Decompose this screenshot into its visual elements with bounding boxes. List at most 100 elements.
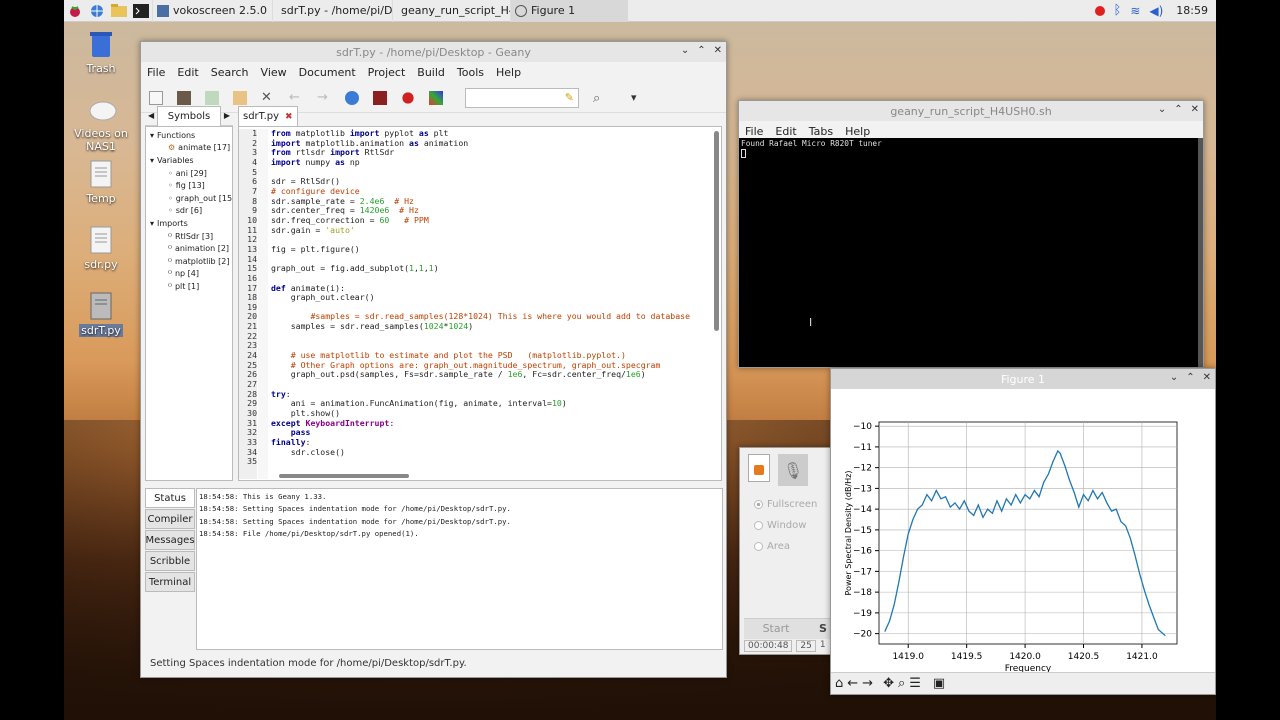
- symbol-item[interactable]: ◦ fig [13]: [150, 179, 228, 192]
- terminal-titlebar[interactable]: geany_run_script_H4USH0.sh ⌄ ⌃ ✕: [739, 101, 1203, 121]
- tab-scroll-left-icon[interactable]: ◀: [145, 111, 157, 120]
- record-indicator-icon[interactable]: [1094, 5, 1105, 16]
- symbol-item[interactable]: ⚙ animate [17]: [150, 142, 230, 155]
- microphone-tab-icon[interactable]: 🎙: [778, 454, 808, 486]
- zoom-icon[interactable]: ⌕: [898, 676, 905, 691]
- tab-terminal[interactable]: Terminal: [145, 572, 195, 592]
- menu-item-edit[interactable]: Edit: [775, 125, 796, 138]
- wifi-icon[interactable]: ≋: [1130, 4, 1140, 18]
- maximize-icon[interactable]: ⌃: [1174, 104, 1182, 115]
- menu-item-file[interactable]: File: [147, 66, 165, 79]
- new-file-icon[interactable]: [149, 90, 163, 105]
- close-icon[interactable]: ✕: [1191, 104, 1199, 115]
- horizontal-scrollbar[interactable]: [279, 474, 409, 478]
- symbol-item[interactable]: ⁽⁾ animation [2]: [150, 242, 229, 255]
- file-manager-launcher[interactable]: [108, 0, 130, 22]
- browser-launcher[interactable]: [86, 0, 108, 22]
- symbol-item[interactable]: ◦ graph_out [15: [150, 192, 232, 205]
- forward-icon[interactable]: →: [862, 676, 873, 691]
- clock[interactable]: 18:59: [1176, 4, 1208, 17]
- task-figure[interactable]: Figure 1: [510, 0, 628, 22]
- symbol-item[interactable]: ▾ Functions: [150, 129, 228, 142]
- minimize-icon[interactable]: ⌄: [1170, 372, 1178, 383]
- symbol-item[interactable]: ◦ sdr [6]: [150, 205, 228, 218]
- overflow-chevron-icon[interactable]: ▾: [631, 91, 645, 105]
- menu-item-help[interactable]: Help: [845, 125, 870, 138]
- tab-scribble[interactable]: Scribble: [145, 551, 195, 571]
- open-file-icon[interactable]: [177, 90, 191, 105]
- symbol-item[interactable]: ⁽⁾ RtlSdr [3]: [150, 230, 228, 243]
- symbol-item[interactable]: ▾ Imports: [150, 217, 228, 230]
- save-icon[interactable]: ▣: [933, 676, 945, 691]
- clear-icon[interactable]: ✎: [565, 91, 574, 104]
- pan-icon[interactable]: ✥: [883, 676, 894, 691]
- symbol-item[interactable]: ◦ ani [29]: [150, 167, 228, 180]
- desktop-icon-trash[interactable]: Trash: [66, 30, 136, 75]
- maximize-icon[interactable]: ⌃: [697, 45, 705, 56]
- menu-item-tools[interactable]: Tools: [457, 66, 484, 79]
- nav-forward-icon[interactable]: →: [317, 90, 331, 105]
- desktop-icon-sdrt-py[interactable]: sdrT.py: [66, 292, 136, 337]
- terminal-output-area[interactable]: Found Rafael Micro R820T tuner I: [739, 138, 1199, 367]
- start-button[interactable]: Start: [744, 619, 808, 639]
- save-icon[interactable]: [205, 90, 219, 105]
- desktop-icon-videos-nas[interactable]: Videos on NAS1: [66, 95, 136, 153]
- configure-icon[interactable]: ☰: [909, 676, 921, 691]
- tab-messages[interactable]: Messages: [145, 530, 195, 550]
- vertical-scrollbar[interactable]: [714, 131, 719, 331]
- search-input[interactable]: ✎: [465, 87, 579, 108]
- back-icon[interactable]: ←: [847, 676, 858, 691]
- desktop-icon-temp[interactable]: Temp: [66, 160, 136, 205]
- task-vokoscreen[interactable]: vokoscreen 2.5.0: [152, 0, 272, 22]
- home-icon[interactable]: ⌂: [835, 676, 843, 691]
- close-file-icon[interactable]: ✕: [261, 90, 275, 105]
- file-tab[interactable]: sdrT.py ✖: [238, 106, 298, 126]
- close-icon[interactable]: ✕: [1203, 372, 1211, 383]
- color-chooser-icon[interactable]: [429, 90, 443, 105]
- maximize-icon[interactable]: ⌃: [1186, 372, 1194, 383]
- nav-back-icon[interactable]: ←: [289, 90, 303, 105]
- figure-titlebar[interactable]: Figure 1 ⌄ ⌃ ✕: [831, 369, 1215, 389]
- terminal-scrollbar[interactable]: [1198, 138, 1203, 367]
- capture-option-window[interactable]: Window: [754, 515, 824, 536]
- tab-status[interactable]: Status: [145, 488, 195, 508]
- geany-titlebar[interactable]: sdrT.py - /home/pi/Desktop - Geany ⌄ ⌃ ✕: [141, 42, 726, 62]
- compile-icon[interactable]: [345, 90, 359, 105]
- menu-item-file[interactable]: File: [745, 125, 763, 138]
- revert-icon[interactable]: [233, 90, 247, 105]
- tab-compiler[interactable]: Compiler: [145, 509, 195, 529]
- desktop-icon-sdr-py[interactable]: sdr.py: [66, 226, 136, 271]
- menu-item-project[interactable]: Project: [368, 66, 406, 79]
- symbol-item[interactable]: ⁽⁾ plt [1]: [150, 280, 228, 293]
- terminal-launcher[interactable]: [130, 0, 152, 22]
- tab-symbols[interactable]: Symbols: [157, 105, 221, 126]
- capture-option-area[interactable]: Area: [754, 536, 824, 557]
- menu-item-document[interactable]: Document: [299, 66, 356, 79]
- menu-item-view[interactable]: View: [261, 66, 287, 79]
- close-tab-icon[interactable]: ✖: [285, 112, 293, 122]
- menu-item-help[interactable]: Help: [496, 66, 521, 79]
- symbol-item[interactable]: ⁽⁾ np [4]: [150, 268, 228, 281]
- bluetooth-icon[interactable]: ᛒ: [1114, 3, 1122, 18]
- minimize-icon[interactable]: ⌄: [1158, 104, 1166, 115]
- capture-option-fullscreen[interactable]: Fullscreen: [754, 494, 824, 515]
- menu-item-search[interactable]: Search: [211, 66, 249, 79]
- psd-chart[interactable]: 1419.0 1419.5 1420.0 1420.5 1421.0 −10 −11 −12 −…: [831, 389, 1215, 673]
- search-icon[interactable]: ⌕: [593, 91, 607, 106]
- code-editor[interactable]: 1 2 3 4 5 6 7 8 9 10 11 12 13 14 15 16 17 18 19 20 21 22 23 24 2…: [238, 126, 722, 481]
- task-geany[interactable]: sdrT.py - /home/pi/De...: [272, 0, 392, 22]
- symbol-item[interactable]: ▾ Variables: [150, 154, 228, 167]
- raspberry-menu-button[interactable]: [64, 0, 86, 22]
- screen-tab-icon[interactable]: [748, 454, 770, 482]
- menu-item-tabs[interactable]: Tabs: [809, 125, 833, 138]
- menu-item-edit[interactable]: Edit: [177, 66, 198, 79]
- close-icon[interactable]: ✕: [714, 45, 722, 56]
- build-icon[interactable]: [373, 90, 387, 105]
- volume-icon[interactable]: ◀): [1149, 4, 1163, 18]
- minimize-icon[interactable]: ⌄: [681, 45, 689, 56]
- symbol-item[interactable]: ⁽⁾ matplotlib [2]: [150, 255, 230, 268]
- execute-icon[interactable]: [402, 91, 414, 104]
- task-terminal[interactable]: geany_run_script_H4...: [392, 0, 510, 22]
- tab-scroll-right-icon[interactable]: ▶: [221, 111, 233, 120]
- menu-item-build[interactable]: Build: [417, 66, 445, 79]
